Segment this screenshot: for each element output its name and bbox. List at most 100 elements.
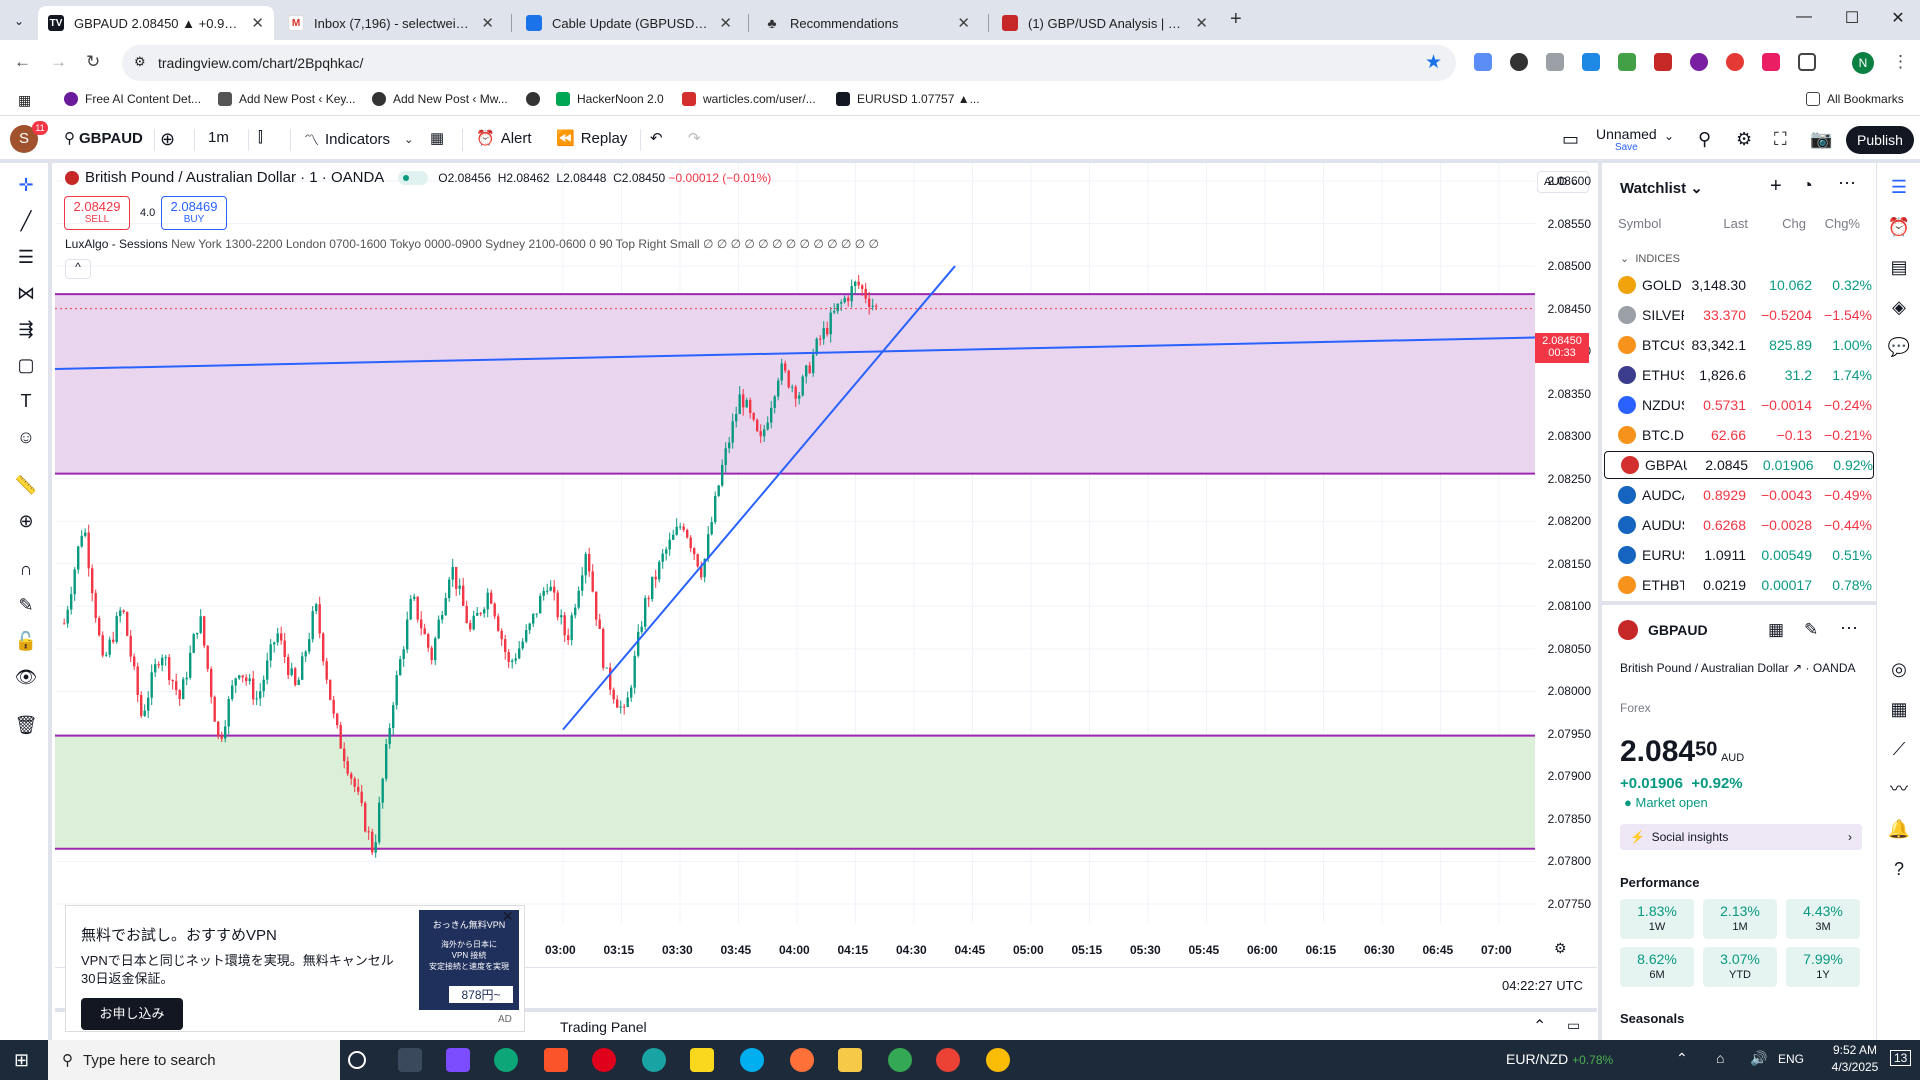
emoji-icon[interactable]: ☺ bbox=[14, 425, 38, 449]
extension-icon[interactable] bbox=[1618, 53, 1636, 71]
bookmark-item[interactable]: HackerNoon 2.0 bbox=[556, 92, 664, 106]
close-tab-icon[interactable]: ✕ bbox=[251, 14, 264, 32]
price-axis[interactable]: 2.086002.085502.085002.084502.084002.083… bbox=[1535, 163, 1597, 923]
browser-tab-recommendations[interactable]: ♣ Recommendations ✕ bbox=[754, 6, 980, 40]
utc-clock[interactable]: 04:22:27 UTC bbox=[1502, 978, 1583, 993]
chevron-up-icon[interactable]: ⌃ bbox=[1533, 1016, 1546, 1036]
extensions-puzzle-icon[interactable] bbox=[1798, 53, 1816, 71]
bookmark-item[interactable]: EURUSD 1.07757 ▲... bbox=[836, 92, 980, 106]
perf-6m[interactable]: 8.62% 6M bbox=[1620, 947, 1694, 987]
tray-chevron-icon[interactable]: ⌃ bbox=[1676, 1050, 1688, 1067]
extension-icon[interactable] bbox=[1726, 53, 1744, 71]
extension-icon[interactable] bbox=[1582, 53, 1600, 71]
social-insights-button[interactable]: ⚡ Social insights › bbox=[1620, 824, 1862, 850]
maximize-button[interactable]: ☐ bbox=[1832, 8, 1872, 32]
crosshair-icon[interactable]: ✛ bbox=[14, 173, 38, 197]
extension-icon[interactable] bbox=[1510, 53, 1528, 71]
app-icon[interactable] bbox=[642, 1048, 666, 1072]
brave-icon[interactable] bbox=[544, 1048, 568, 1072]
undo-icon[interactable]: ↶ bbox=[650, 129, 663, 147]
language-indicator[interactable]: ENG bbox=[1778, 1052, 1804, 1066]
chrome-icon[interactable] bbox=[888, 1048, 912, 1072]
add-symbol-icon[interactable]: + bbox=[1770, 175, 1782, 198]
indicators-button[interactable]: 〽 Indicators ⌄ bbox=[304, 129, 413, 150]
extension-icon[interactable] bbox=[1762, 53, 1780, 71]
bookmark-item[interactable]: Add New Post ‹ Key... bbox=[218, 92, 356, 106]
bookmark-star-icon[interactable]: ★ bbox=[1425, 51, 1442, 74]
watchlist-row[interactable]: AUDUSD 0.6268 −0.0028 −0.44% bbox=[1602, 511, 1874, 539]
maximize-panel-icon[interactable]: ▭ bbox=[1567, 1017, 1580, 1034]
indicator-legend[interactable]: LuxAlgo - Sessions New York 1300-2200 Lo… bbox=[65, 237, 879, 251]
quick-search-icon[interactable]: ⚲ bbox=[1698, 129, 1711, 150]
layout-icon[interactable]: ▭ bbox=[1562, 129, 1579, 150]
browser-tab-gbpusd-analysis[interactable]: (1) GBP/USD Analysis | Forex Fo ✕ bbox=[992, 6, 1218, 40]
edge-icon[interactable] bbox=[494, 1048, 518, 1072]
network-icon[interactable]: ⌂ bbox=[1716, 1050, 1724, 1066]
watchlist-row[interactable]: BTC.D 62.66 −0.13 −0.21% bbox=[1602, 421, 1874, 449]
lock-icon[interactable]: 🔓 bbox=[14, 629, 38, 653]
firefox-icon[interactable] bbox=[790, 1048, 814, 1072]
extension-icon[interactable] bbox=[1654, 53, 1672, 71]
close-tab-icon[interactable]: ✕ bbox=[957, 14, 970, 32]
edit-icon[interactable]: ✎ bbox=[1804, 620, 1818, 640]
taskbar-search[interactable]: ⚲ Type here to search bbox=[48, 1040, 340, 1080]
zoom-icon[interactable]: ⊕ bbox=[14, 509, 38, 533]
detail-name[interactable]: British Pound / Australian Dollar ↗ · OA… bbox=[1620, 658, 1860, 678]
broadcast-icon[interactable]: 〰 bbox=[1887, 777, 1911, 801]
perf-ytd[interactable]: 3.07% YTD bbox=[1703, 947, 1777, 987]
more-options-icon[interactable]: ⋯ bbox=[1838, 173, 1856, 194]
extension-icon[interactable] bbox=[1546, 53, 1564, 71]
ad-image[interactable]: おっきん無料VPN 海外から日本に VPN 接続 安定接続と速度を実現 878円… bbox=[419, 910, 519, 1010]
fib-icon[interactable]: ☰ bbox=[14, 245, 38, 269]
buy-button[interactable]: 2.08469 BUY bbox=[161, 196, 227, 230]
skype-icon[interactable] bbox=[740, 1048, 764, 1072]
system-clock[interactable]: 9:52 AM 4/3/2025 bbox=[1822, 1043, 1888, 1074]
new-tab-button[interactable]: + bbox=[1230, 8, 1242, 31]
watchlist-row[interactable]: GBPAUD 2.0845 0.01906 0.92% bbox=[1604, 451, 1874, 479]
calendar-icon[interactable]: ▦ bbox=[1887, 697, 1911, 721]
close-ad-icon[interactable]: ✕ bbox=[502, 908, 514, 925]
close-tab-icon[interactable]: ✕ bbox=[481, 14, 494, 32]
browser-tab-gmail[interactable]: M Inbox (7,196) - selectweiber@g ✕ bbox=[278, 6, 504, 40]
site-info-icon[interactable]: ⚙ bbox=[134, 54, 146, 70]
chevron-down-icon[interactable]: ⌄ bbox=[1664, 129, 1674, 143]
publish-button[interactable]: Publish bbox=[1846, 126, 1914, 154]
cortana-icon[interactable] bbox=[348, 1051, 366, 1069]
close-tab-icon[interactable]: ✕ bbox=[1195, 14, 1208, 32]
advanced-view-icon[interactable]: ◔ bbox=[1802, 175, 1813, 196]
target-icon[interactable]: ◎ bbox=[1887, 657, 1911, 681]
extension-icon[interactable] bbox=[1690, 53, 1708, 71]
magnet-icon[interactable]: ∩ bbox=[14, 557, 38, 581]
back-icon[interactable]: ← bbox=[14, 52, 31, 72]
apps-icon[interactable]: ▦ bbox=[18, 92, 31, 109]
tab-search-button[interactable]: ⌄ bbox=[8, 10, 30, 32]
browser-tab-cable-update[interactable]: Cable Update (GBPUSD) | Page ✕ bbox=[516, 6, 742, 40]
browser-menu-icon[interactable]: ⋮ bbox=[1892, 52, 1909, 72]
watchlist-title[interactable]: Watchlist ⌄ bbox=[1620, 179, 1703, 197]
profile-avatar[interactable]: N bbox=[1852, 52, 1874, 74]
sticky-notes-icon[interactable] bbox=[690, 1048, 714, 1072]
seasonals-title[interactable]: Seasonals bbox=[1620, 1011, 1684, 1026]
help-icon[interactable]: ? bbox=[1887, 857, 1911, 881]
ruler-icon[interactable]: 📏 bbox=[14, 473, 38, 497]
chart-pane[interactable]: British Pound / Australian Dollar · 1 · … bbox=[55, 163, 1597, 1007]
close-tab-icon[interactable]: ✕ bbox=[719, 14, 732, 32]
trash-icon[interactable]: 🗑 bbox=[14, 713, 38, 737]
prediction-icon[interactable]: ⇶ bbox=[14, 317, 38, 341]
opera-icon[interactable] bbox=[592, 1048, 616, 1072]
watchlist-row[interactable]: NZDUSD 0.5731 −0.0014 −0.24% bbox=[1602, 391, 1874, 419]
section-header[interactable]: ⌄ INDICES bbox=[1620, 252, 1680, 265]
detail-symbol[interactable]: GBPAUD bbox=[1618, 620, 1708, 640]
url-bar[interactable]: ⚙ tradingview.com/chart/2Bpqhkac/ ★ bbox=[122, 45, 1456, 81]
lock-drawing-icon[interactable]: ✎ bbox=[14, 593, 38, 617]
bookmark-item[interactable]: Free AI Content Det... bbox=[64, 92, 201, 106]
market-ticker-widget[interactable]: EUR/NZD +0.78% bbox=[1506, 1051, 1613, 1067]
alerts-clock-icon[interactable]: ⏰ bbox=[1887, 215, 1911, 239]
price-chart[interactable] bbox=[55, 163, 1597, 1007]
symbol-search[interactable]: ⚲ GBPAUD bbox=[64, 129, 143, 148]
watchlist-row[interactable]: GOLD 3,148.30 10.062 0.32% bbox=[1602, 271, 1874, 299]
bookmark-item[interactable]: warticles.com/user/... bbox=[682, 92, 816, 106]
axis-settings-icon[interactable]: ⚙ bbox=[1554, 940, 1567, 957]
watchlist-row[interactable]: AUDCAD 0.8929 −0.0043 −0.49% bbox=[1602, 481, 1874, 509]
camera-icon[interactable]: 📷 bbox=[1810, 129, 1832, 150]
